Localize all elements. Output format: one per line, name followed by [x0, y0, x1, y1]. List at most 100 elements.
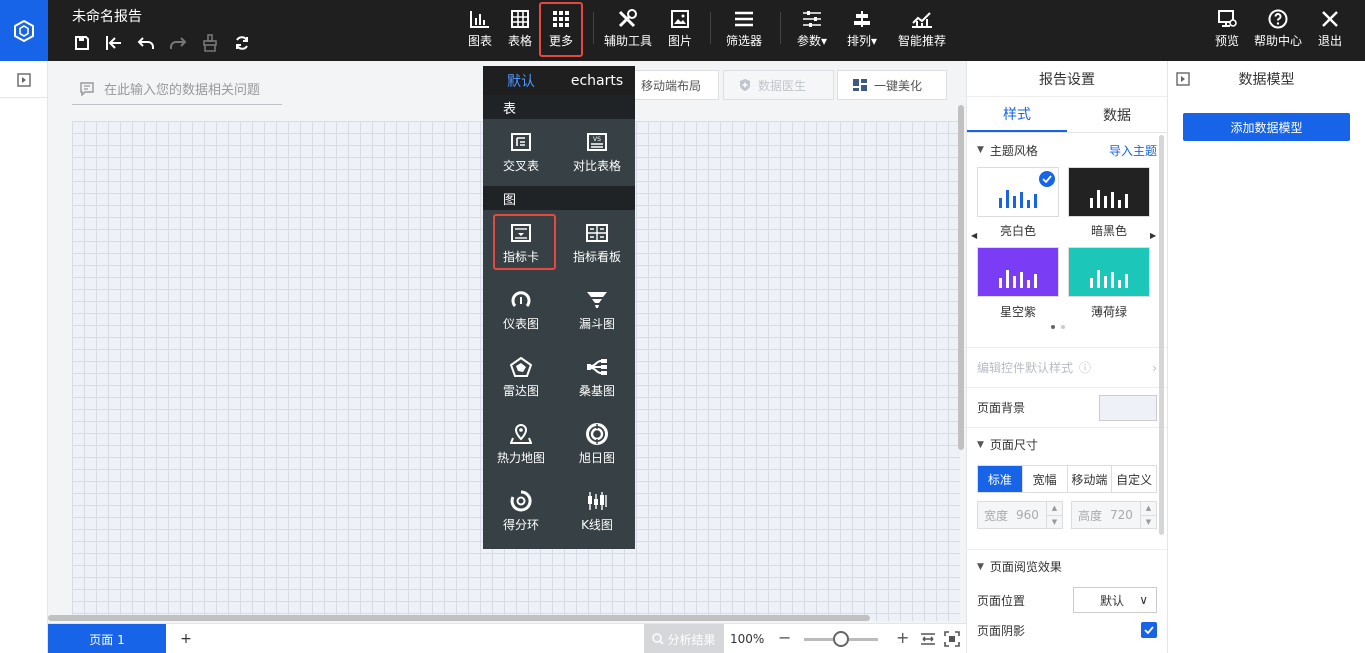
image-button-label: 图片	[667, 34, 692, 48]
theme-pager-dots[interactable]	[1051, 325, 1065, 329]
help-center-label: 帮助中心	[1253, 34, 1302, 48]
view-effect-section-header[interactable]: ▼ 页面阅览效果	[967, 549, 1167, 583]
size-mobile-button[interactable]: 移动端	[1068, 466, 1113, 492]
svg-text:VS: VS	[593, 136, 601, 143]
image-button[interactable]: 图片	[666, 6, 694, 54]
app-logo[interactable]	[0, 0, 48, 61]
width-value: 960	[1016, 508, 1039, 522]
tab-data[interactable]: 数据	[1067, 97, 1167, 132]
size-wide-button[interactable]: 宽幅	[1023, 466, 1068, 492]
smart-recommend-button[interactable]: 智能推荐	[897, 6, 947, 54]
gauge-item[interactable]: 仪表图	[483, 277, 559, 344]
toolbar-divider	[593, 12, 594, 44]
width-field[interactable]: 宽度 960 ▲ ▼	[977, 501, 1063, 529]
back-to-start-icon[interactable]	[102, 32, 126, 54]
theme-section-header[interactable]: ▼ 主题风格 导入主题	[967, 133, 1167, 167]
sankey-icon	[587, 359, 607, 375]
sankey-item[interactable]: 桑基图	[559, 344, 635, 411]
search-chart-icon	[652, 633, 665, 645]
help-center-button[interactable]: 帮助中心	[1253, 6, 1303, 54]
theme-card-light[interactable]	[977, 167, 1059, 217]
score-ring-item[interactable]: 得分环	[483, 478, 559, 545]
menu-tab-echarts[interactable]: echarts	[559, 66, 635, 95]
assist-tools-label: 辅助工具	[603, 34, 652, 48]
add-data-model-button[interactable]: 添加数据模型	[1183, 113, 1350, 141]
page-position-label: 页面位置	[977, 593, 1026, 608]
height-value: 720	[1110, 508, 1133, 522]
beautify-button[interactable]: 一键美化	[837, 70, 947, 100]
menu-tab-default[interactable]: 默认	[483, 66, 559, 95]
theme-card-dark[interactable]	[1068, 167, 1150, 217]
data-doctor-button[interactable]: 数据医生	[723, 70, 834, 100]
crosstab-item[interactable]: 交叉表	[483, 119, 559, 186]
undo-icon[interactable]	[134, 32, 158, 54]
kpi-board-item[interactable]: 指标看板	[559, 210, 635, 277]
page-position-select[interactable]: 默认 ∨	[1073, 587, 1157, 613]
canvas-vertical-scrollbar[interactable]	[958, 105, 964, 450]
page-size-section-header[interactable]: ▼ 页面尺寸	[967, 427, 1167, 461]
fit-width-icon[interactable]	[920, 631, 936, 650]
score-ring-icon	[510, 490, 532, 512]
height-stepper[interactable]: ▲ ▼	[1140, 502, 1156, 528]
zoom-in-button[interactable]: +	[896, 628, 909, 647]
filter-button[interactable]: 筛选器	[724, 6, 764, 54]
page-shadow-checkbox[interactable]	[1141, 622, 1157, 638]
zoom-out-button[interactable]: −	[778, 628, 791, 647]
format-brush-icon[interactable]	[198, 32, 222, 54]
analysis-result-button[interactable]: 分析结果	[644, 624, 724, 653]
compare-table-icon: VS	[587, 133, 607, 151]
ask-data-input[interactable]: 在此输入您的数据相关问题	[72, 73, 282, 105]
height-field[interactable]: 高度 720 ▲ ▼	[1071, 501, 1157, 529]
chart-button[interactable]: 图表	[466, 6, 494, 54]
arrange-button[interactable]: 排列▾	[844, 6, 880, 54]
chart-items-row-4: 热力地图 旭日图	[483, 411, 635, 478]
heat-map-item[interactable]: 热力地图	[483, 411, 559, 478]
canvas-horizontal-scrollbar[interactable]	[48, 615, 870, 621]
preview-button[interactable]: 预览	[1213, 6, 1241, 54]
refresh-icon[interactable]	[230, 32, 254, 54]
size-custom-button[interactable]: 自定义	[1112, 466, 1156, 492]
redo-icon[interactable]	[166, 32, 190, 54]
theme-card-purple[interactable]	[977, 247, 1059, 297]
radar-item[interactable]: 雷达图	[483, 344, 559, 411]
tab-style[interactable]: 样式	[967, 97, 1067, 132]
selected-check-icon	[1039, 171, 1055, 187]
edit-default-style-row[interactable]: 编辑控件默认样式 ⓘ ›	[967, 347, 1167, 387]
theme-card-mint[interactable]	[1068, 247, 1150, 297]
fit-page-icon[interactable]	[944, 631, 960, 650]
params-button[interactable]: 参数▾	[794, 6, 830, 54]
toolbar-divider	[710, 12, 711, 44]
expand-panel-icon[interactable]	[17, 73, 31, 90]
collapse-panel-icon[interactable]	[1176, 72, 1190, 90]
assist-tools-button[interactable]: 辅助工具	[603, 6, 653, 54]
chart-items-row-1: 指标卡 指标看板	[483, 210, 635, 277]
funnel-item[interactable]: 漏斗图	[559, 277, 635, 344]
table-button[interactable]: 表格	[506, 6, 534, 54]
page-tab-1[interactable]: 页面 1	[48, 624, 166, 653]
compare-table-item[interactable]: VS 对比表格	[559, 119, 635, 186]
monitor-icon	[1218, 10, 1237, 27]
import-theme-link[interactable]: 导入主题	[1109, 142, 1157, 159]
theme-next-icon[interactable]: ▶	[1150, 231, 1156, 240]
filter-button-label: 筛选器	[725, 34, 762, 48]
wrench-icon	[618, 9, 637, 28]
exit-button[interactable]: 退出	[1316, 6, 1344, 54]
sunburst-item[interactable]: 旭日图	[559, 411, 635, 478]
width-stepper[interactable]: ▲ ▼	[1046, 502, 1062, 528]
save-icon[interactable]	[70, 32, 94, 54]
more-button[interactable]: 更多	[539, 2, 583, 57]
mobile-layout-button[interactable]: 移动端布局	[634, 70, 719, 100]
settings-tabs: 样式 数据	[967, 97, 1167, 133]
report-title[interactable]: 未命名报告	[72, 6, 142, 26]
theme-preview-bars	[999, 270, 1037, 288]
params-button-label: 参数▾	[796, 34, 828, 48]
settings-scrollbar[interactable]	[1159, 135, 1164, 535]
page-background-color-picker[interactable]	[1099, 394, 1157, 421]
kpi-card-item[interactable]: 指标卡	[483, 210, 559, 277]
theme-purple-label: 星空紫	[999, 305, 1036, 319]
add-page-button[interactable]: +	[176, 624, 196, 653]
funnel-icon	[587, 292, 607, 308]
size-standard-button[interactable]: 标准	[978, 466, 1023, 492]
zoom-slider-handle[interactable]	[833, 631, 849, 647]
candlestick-item[interactable]: K线图	[559, 478, 635, 545]
